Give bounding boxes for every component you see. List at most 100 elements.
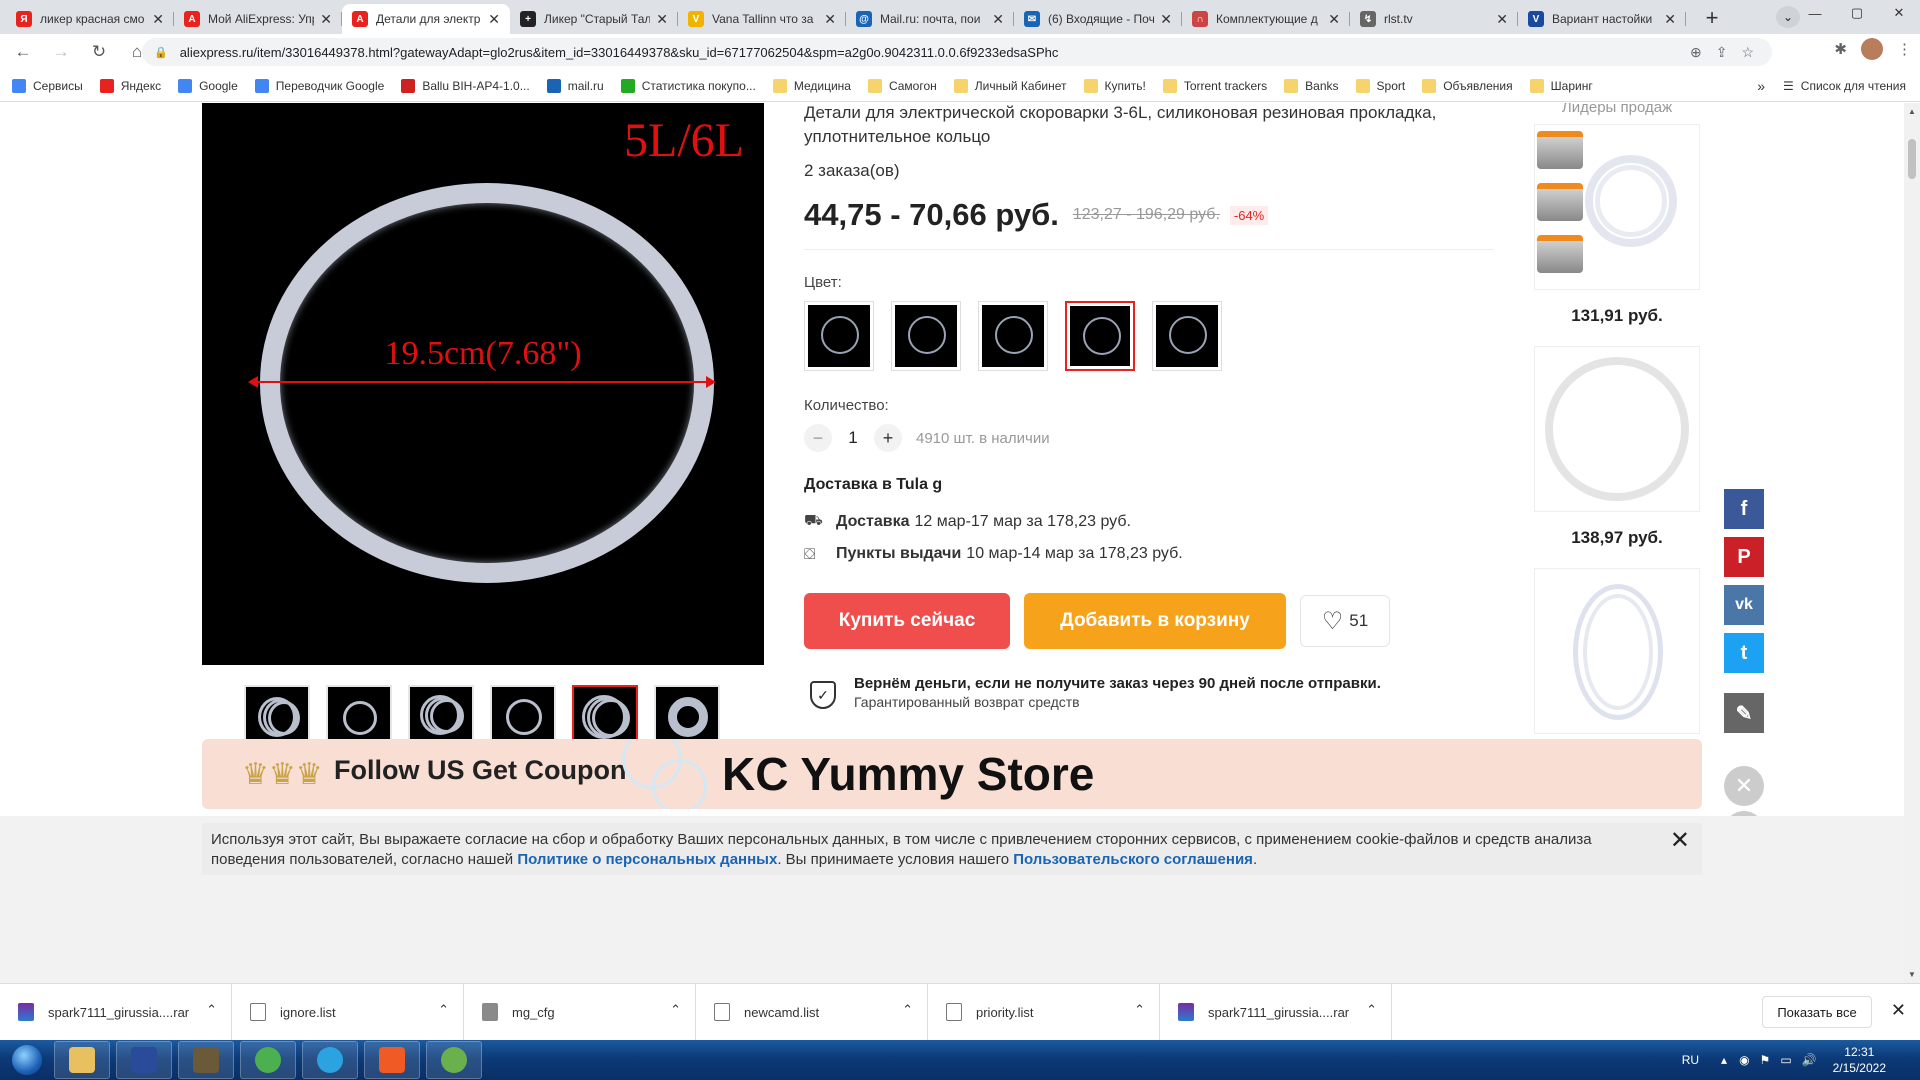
minimize-button[interactable]: —: [1794, 0, 1836, 26]
color-swatch-3[interactable]: [978, 301, 1048, 371]
tab-4[interactable]: + Ликер "Старый Тал ✕: [510, 4, 678, 34]
chrome-taskbar-button[interactable]: [240, 1041, 296, 1079]
menu-icon[interactable]: ⋮: [1897, 40, 1912, 58]
download-menu-icon[interactable]: ⌃: [438, 1002, 449, 1018]
tab-3[interactable]: A Детали для электр ✕: [342, 4, 510, 34]
bookmark-5[interactable]: Ballu BIH-AP4-1.0...: [401, 78, 530, 93]
tab-close-icon[interactable]: ✕: [488, 11, 500, 28]
store-banner[interactable]: ♛♛♛ Follow US Get Coupon KC Yummy Store: [202, 739, 1702, 809]
address-bar[interactable]: 🔒 aliexpress.ru/item/33016449378.html?ga…: [142, 38, 1772, 66]
extensions-icon[interactable]: ✱: [1834, 40, 1847, 58]
bookmark-4[interactable]: Переводчик Google: [254, 78, 384, 93]
cookie-close-icon[interactable]: ✕: [1670, 829, 1690, 853]
bookmark-13[interactable]: Banks: [1284, 78, 1339, 93]
privacy-policy-link[interactable]: Политике о персональных данных: [517, 851, 777, 868]
bookmark-11[interactable]: Купить!: [1083, 78, 1146, 93]
bestseller-card[interactable]: [1534, 346, 1700, 512]
forward-button[interactable]: →: [46, 37, 76, 67]
tab-5[interactable]: V Vana Tallinn что за ✕: [678, 4, 846, 34]
maximize-button[interactable]: ▢: [1836, 0, 1878, 26]
color-swatch-1[interactable]: [804, 301, 874, 371]
download-menu-icon[interactable]: ⌃: [902, 1002, 913, 1018]
color-swatch-5[interactable]: [1152, 301, 1222, 371]
bookmark-6[interactable]: mail.ru: [546, 78, 604, 93]
tray-network-icon[interactable]: ◉: [1739, 1053, 1749, 1067]
add-to-cart-button[interactable]: Добавить в корзину: [1024, 593, 1286, 649]
tab-close-icon[interactable]: ✕: [320, 11, 332, 28]
close-share-button[interactable]: ✕: [1724, 766, 1764, 806]
bestseller-card[interactable]: [1534, 568, 1700, 734]
download-item[interactable]: ignore.list ⌃: [232, 983, 464, 1041]
download-item[interactable]: mg_cfg ⌃: [464, 983, 696, 1041]
color-swatch-4[interactable]: [1065, 301, 1135, 371]
tab-close-icon[interactable]: ✕: [992, 11, 1004, 28]
language-indicator[interactable]: RU: [1682, 1053, 1699, 1067]
bestseller-price[interactable]: 131,91 руб.: [1534, 306, 1700, 326]
tab-close-icon[interactable]: ✕: [152, 11, 164, 28]
start-button[interactable]: [6, 1040, 48, 1080]
back-button[interactable]: ←: [8, 37, 38, 67]
buy-now-button[interactable]: Купить сейчас: [804, 593, 1010, 649]
tab-9[interactable]: ↯ rlst.tv ✕: [1350, 4, 1518, 34]
tray-display-icon[interactable]: ▭: [1780, 1053, 1791, 1067]
tab-10[interactable]: V Вариант настойки ✕: [1518, 4, 1686, 34]
close-downloads-icon[interactable]: ✕: [1891, 1000, 1906, 1021]
tab-close-icon[interactable]: ✕: [656, 11, 668, 28]
bestseller-price[interactable]: 138,97 руб.: [1534, 528, 1700, 548]
download-menu-icon[interactable]: ⌃: [670, 1002, 681, 1018]
download-item[interactable]: spark7111_girussia....rar ⌃: [0, 983, 232, 1041]
share-icon[interactable]: ⇪: [1716, 44, 1728, 61]
download-item[interactable]: priority.list ⌃: [928, 983, 1160, 1041]
bookmark-7[interactable]: Статистика покупо...: [620, 78, 756, 93]
qty-value[interactable]: 1: [832, 428, 874, 448]
tray-up-icon[interactable]: ▴: [1721, 1053, 1727, 1067]
download-menu-icon[interactable]: ⌃: [1134, 1002, 1145, 1018]
orders-count[interactable]: 2 заказа(ов): [804, 161, 1494, 181]
bookmark-16[interactable]: Шаринг: [1529, 78, 1593, 93]
bookmark-10[interactable]: Личный Кабинет: [953, 78, 1067, 93]
tray-flag-icon[interactable]: ⚑: [1760, 1053, 1771, 1067]
brave-taskbar-button[interactable]: [364, 1041, 420, 1079]
tab-close-icon[interactable]: ✕: [1328, 11, 1340, 28]
explorer-taskbar-button[interactable]: [54, 1041, 110, 1079]
new-tab-button[interactable]: +: [1698, 4, 1726, 32]
tab-2[interactable]: A Мой AliExpress: Упр ✕: [174, 4, 342, 34]
tab-close-icon[interactable]: ✕: [1664, 11, 1676, 28]
bookmark-12[interactable]: Torrent trackers: [1162, 78, 1267, 93]
twitter-share-icon[interactable]: t: [1724, 633, 1764, 673]
download-item[interactable]: newcamd.list ⌃: [696, 983, 928, 1041]
reading-list[interactable]: Список для чтения: [1801, 79, 1906, 93]
scrollbar-thumb[interactable]: [1908, 139, 1916, 179]
download-item[interactable]: spark7111_girussia....rar ⌃: [1160, 983, 1392, 1041]
bookmark-1[interactable]: Сервисы: [12, 78, 83, 93]
edit-share-icon[interactable]: ✎: [1724, 693, 1764, 733]
tab-6[interactable]: @ Mail.ru: почта, пои ✕: [846, 4, 1014, 34]
qty-minus-button[interactable]: −: [804, 424, 832, 452]
page-scrollbar[interactable]: ▲ ▼: [1904, 103, 1920, 983]
save-taskbar-button[interactable]: [116, 1041, 172, 1079]
telegram-taskbar-button[interactable]: [302, 1041, 358, 1079]
tray-volume-icon[interactable]: 🔊: [1802, 1053, 1817, 1067]
qty-plus-button[interactable]: +: [874, 424, 902, 452]
zoom-icon[interactable]: ⊕: [1690, 44, 1702, 61]
color-swatch-2[interactable]: [891, 301, 961, 371]
bookmark-15[interactable]: Объявления: [1422, 78, 1513, 93]
calculator-taskbar-button[interactable]: [178, 1041, 234, 1079]
tab-close-icon[interactable]: ✕: [1160, 11, 1172, 28]
close-window-button[interactable]: ✕: [1878, 0, 1920, 26]
utorrent-taskbar-button[interactable]: [426, 1041, 482, 1079]
star-icon[interactable]: ☆: [1741, 44, 1754, 61]
bookmark-9[interactable]: Самогон: [867, 78, 937, 93]
bookmark-8[interactable]: Медицина: [772, 78, 851, 93]
tab-1[interactable]: Яликер красная смо ✕: [6, 4, 174, 34]
download-menu-icon[interactable]: ⌃: [1366, 1002, 1377, 1018]
show-all-downloads-button[interactable]: Показать все: [1762, 996, 1872, 1028]
tab-close-icon[interactable]: ✕: [1496, 11, 1508, 28]
reload-button[interactable]: ↻: [84, 37, 114, 67]
pinterest-share-icon[interactable]: P: [1724, 537, 1764, 577]
tab-7[interactable]: ✉ (6) Входящие - Поч ✕: [1014, 4, 1182, 34]
product-main-image[interactable]: 5L/6L 19.5cm(7.68"): [202, 103, 764, 665]
bookmark-2[interactable]: Яндекс: [99, 78, 161, 93]
facebook-share-icon[interactable]: f: [1724, 489, 1764, 529]
download-menu-icon[interactable]: ⌃: [206, 1002, 217, 1018]
